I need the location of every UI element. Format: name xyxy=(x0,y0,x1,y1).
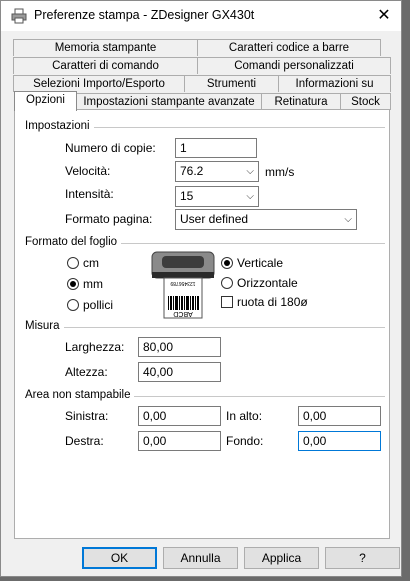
speed-label: Velocità: xyxy=(65,164,111,178)
intensity-select[interactable]: 15 ⌵ xyxy=(175,186,259,207)
rotate-180-checkbox[interactable] xyxy=(221,296,233,308)
tab-selezioni-importo-esporto[interactable]: Selezioni Importo/Esporto xyxy=(13,75,185,92)
title-bar: Preferenze stampa - ZDesigner GX430t ✕ xyxy=(1,1,401,31)
left-margin-label: Sinistra: xyxy=(65,409,109,423)
intensity-value: 15 xyxy=(180,189,194,203)
tab-caratteri-codice-a-barre[interactable]: Caratteri codice a barre xyxy=(197,39,381,56)
chevron-down-icon: ⌵ xyxy=(344,214,352,225)
bottom-margin-label: Fondo: xyxy=(226,434,264,448)
tab-comandi-personalizzati[interactable]: Comandi personalizzati xyxy=(197,57,391,74)
unit-cm-radio[interactable] xyxy=(67,257,79,269)
tab-caratteri-di-comando[interactable]: Caratteri di comando xyxy=(13,57,198,74)
width-input[interactable]: 80,00 xyxy=(138,337,221,357)
right-margin-label: Destra: xyxy=(65,434,104,448)
formato-foglio-title: Formato del foglio xyxy=(25,236,122,248)
page-format-select[interactable]: User defined ⌵ xyxy=(175,209,357,230)
width-label: Larghezza: xyxy=(65,340,125,354)
ok-button[interactable]: OK xyxy=(82,547,157,569)
unit-mm-radio[interactable] xyxy=(67,278,79,290)
tab-opzioni[interactable]: Opzioni xyxy=(14,91,77,111)
label-small-text: 123456789 xyxy=(170,280,195,286)
copies-input[interactable]: 1 xyxy=(175,138,257,158)
speed-select[interactable]: 76.2 ⌵ xyxy=(175,161,259,182)
orientation-verticale-label: Verticale xyxy=(237,256,284,270)
label-printer-icon: 123456789 ABCD xyxy=(151,251,215,319)
bottom-margin-input[interactable]: 0,00 xyxy=(298,431,381,451)
print-preferences-window: Preferenze stampa - ZDesigner GX430t ✕ M… xyxy=(0,0,402,577)
tab-impostazioni-stampante-avanzate[interactable]: Impostazioni stampante avanzate xyxy=(76,93,262,110)
left-margin-input[interactable]: 0,00 xyxy=(138,406,221,426)
unit-pollici-radio[interactable] xyxy=(67,299,79,311)
cancel-button[interactable]: Annulla xyxy=(163,547,238,569)
height-label: Altezza: xyxy=(65,365,108,379)
tab-stock[interactable]: Stock xyxy=(340,93,391,110)
tab-strumenti[interactable]: Strumenti xyxy=(184,75,279,92)
page-format-value: User defined xyxy=(180,212,249,226)
chevron-down-icon: ⌵ xyxy=(246,166,254,177)
unit-cm-label: cm xyxy=(83,256,99,270)
intensity-label: Intensità: xyxy=(65,187,114,201)
window-title: Preferenze stampa - ZDesigner GX430t xyxy=(34,8,255,22)
orientation-verticale-radio[interactable] xyxy=(221,257,233,269)
rotate-180-label: ruota di 180ø xyxy=(237,295,308,309)
area-non-stampabile-title: Area non stampabile xyxy=(25,389,135,401)
apply-button[interactable]: Applica xyxy=(244,547,319,569)
top-margin-input[interactable]: 0,00 xyxy=(298,406,381,426)
orientation-orizzontale-radio[interactable] xyxy=(221,277,233,289)
tab-retinatura[interactable]: Retinatura xyxy=(261,93,341,110)
misura-title: Misura xyxy=(25,320,64,332)
speed-unit: mm/s xyxy=(265,165,295,179)
page-format-label: Formato pagina: xyxy=(65,212,153,226)
orientation-orizzontale-label: Orizzontale xyxy=(237,276,298,290)
impostazioni-title: Impostazioni xyxy=(25,120,94,132)
right-margin-input[interactable]: 0,00 xyxy=(138,431,221,451)
speed-value: 76.2 xyxy=(180,164,204,178)
chevron-down-icon: ⌵ xyxy=(246,191,254,202)
tab-informazioni-su[interactable]: Informazioni su xyxy=(278,75,391,92)
label-text: ABCD xyxy=(173,310,192,317)
tab-memoria-stampante[interactable]: Memoria stampante xyxy=(13,39,198,56)
printer-icon xyxy=(11,8,27,24)
unit-mm-label: mm xyxy=(83,277,103,291)
misura-divider xyxy=(25,327,385,328)
options-panel: Impostazioni Numero di copie: 1 Velocità… xyxy=(14,109,390,539)
close-button[interactable]: ✕ xyxy=(367,1,401,31)
unit-pollici-label: pollici xyxy=(83,298,114,312)
height-input[interactable]: 40,00 xyxy=(138,362,221,382)
copies-label: Numero di copie: xyxy=(65,141,156,155)
help-button[interactable]: ? xyxy=(325,547,400,569)
top-margin-label: In alto: xyxy=(226,409,263,423)
